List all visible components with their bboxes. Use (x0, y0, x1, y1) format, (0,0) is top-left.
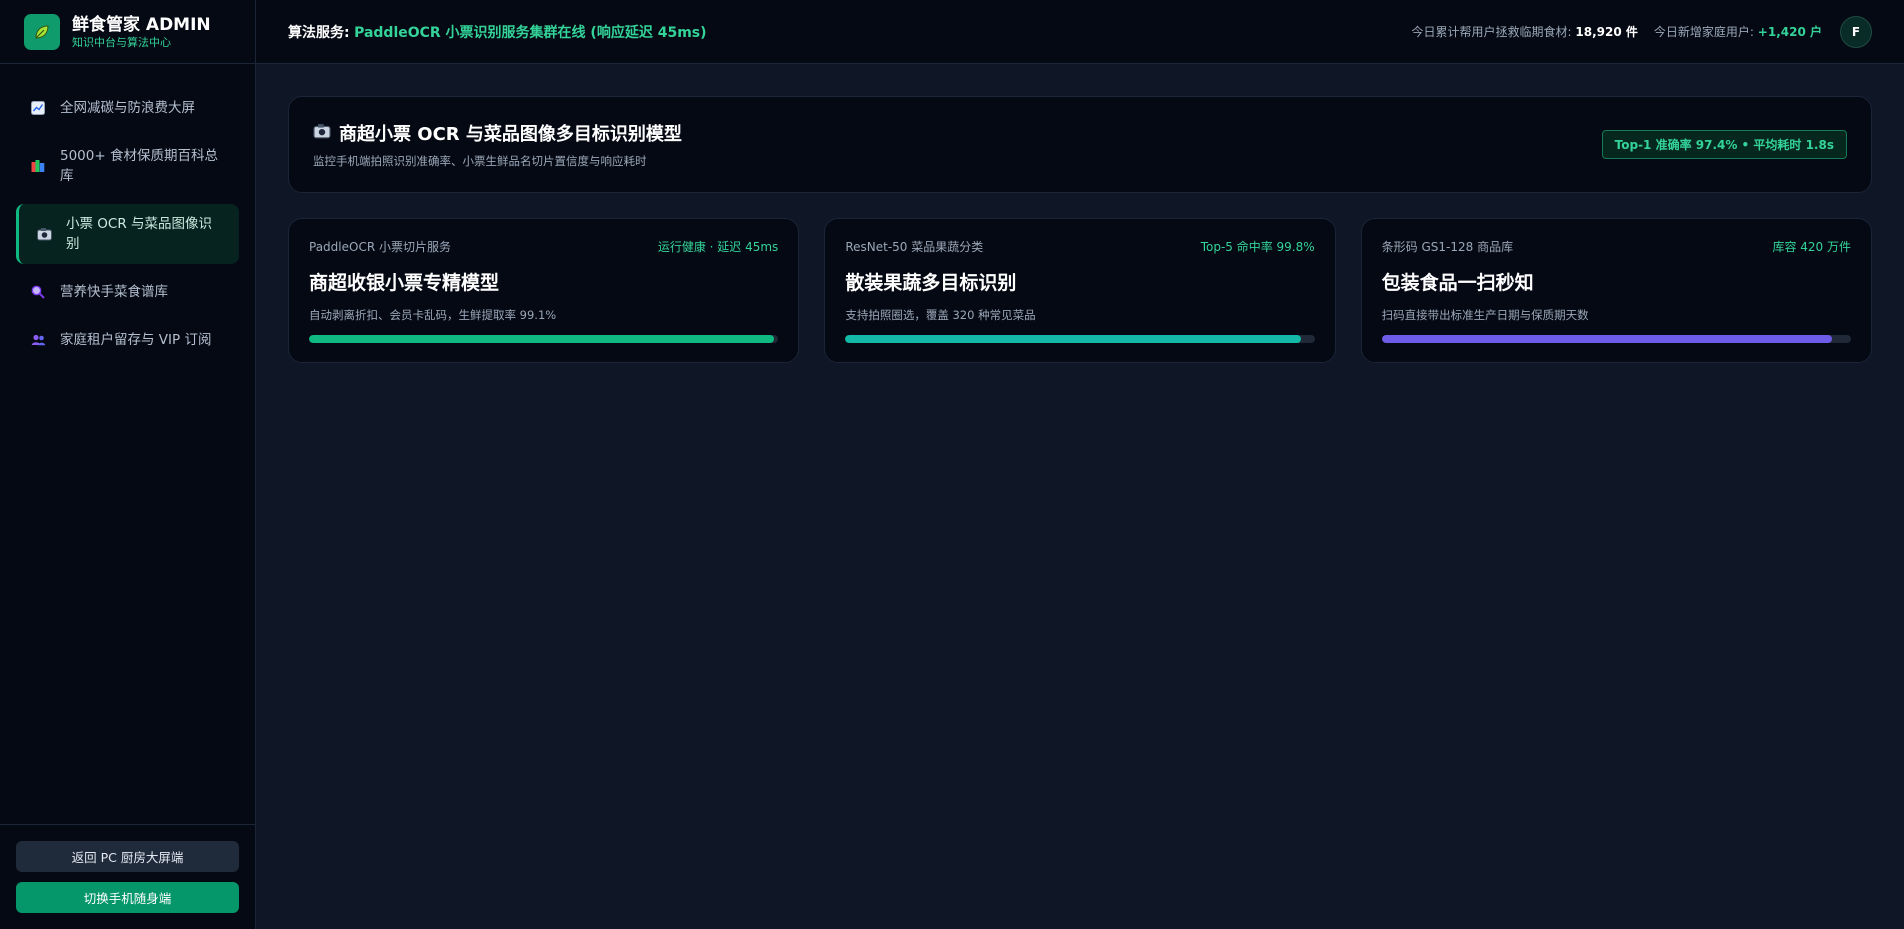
card-desc: 自动剥离折扣、会员卡乱码，生鲜提取率 99.1% (309, 308, 557, 322)
sidebar-item-label: 全网减碳与防浪费大屏 (60, 100, 195, 116)
service-label: 算法服务: (288, 24, 350, 41)
camera-icon (36, 226, 52, 242)
model-card-ocr[interactable]: PaddleOCR 小票切片服务 运行健康 · 延迟 45ms 商超收银小票专精… (288, 218, 800, 363)
brand: 鲜食管家 ADMIN 知识中台与算法中心 (0, 0, 255, 64)
app-root: 鲜食管家 ADMIN 知识中台与算法中心 全网减碳与防浪费大屏 5000+ 食材… (0, 0, 1904, 929)
card-status: Top-5 命中率 99.8% (1200, 240, 1315, 254)
progress-fill (309, 335, 774, 343)
sidebar-item-carbon-dashboard[interactable]: 全网减碳与防浪费大屏 (16, 88, 239, 128)
brand-subtitle: 知识中台与算法中心 (72, 35, 171, 49)
back-to-pc-button[interactable]: 返回 PC 厨房大屏端 (16, 841, 239, 872)
sidebar-item-label: 营养快手菜食谱库 (60, 284, 168, 300)
progress-track (309, 335, 779, 343)
sidebar-item-label: 5000+ 食材保质期百科总库 (60, 148, 218, 184)
stat-new-users: 今日新增家庭用户: +1,420 户 (1654, 23, 1822, 40)
card-status: 运行健康 · 延迟 45ms (657, 240, 779, 254)
books-icon (30, 158, 46, 174)
card-service: ResNet-50 菜品果蔬分类 (845, 240, 984, 254)
leaf-icon (24, 13, 60, 50)
card-title: 包装食品一扫秒知 (1381, 272, 1534, 294)
brand-title: 鲜食管家 ADMIN (72, 14, 211, 35)
sidebar-nav: 全网减碳与防浪费大屏 5000+ 食材保质期百科总库 小票 OCR 与菜品图像识… (0, 64, 255, 824)
card-title: 商超收银小票专精模型 (309, 272, 500, 294)
topbar: 算法服务: PaddleOCR 小票识别服务集群在线 (响应延迟 45ms) 今… (256, 0, 1904, 64)
stat-rescued: 今日累计帮用户拯救临期食材: 18,920 件 (1412, 23, 1638, 40)
sidebar-item-recipe-library[interactable]: 营养快手菜食谱库 (16, 272, 239, 312)
stat-rescued-label: 今日累计帮用户拯救临期食材: (1411, 25, 1572, 39)
progress-track (1381, 335, 1851, 343)
topbar-stats: 今日累计帮用户拯救临期食材: 18,920 件 今日新增家庭用户: +1,420… (1412, 15, 1872, 48)
camera-icon (313, 123, 331, 144)
content: 商超小票 OCR 与菜品图像多目标识别模型 监控手机端拍照识别准确率、小票生鲜品… (256, 64, 1904, 395)
sidebar-item-label: 小票 OCR 与菜品图像识别 (66, 216, 213, 252)
avatar[interactable]: F (1840, 15, 1872, 48)
stat-new-users-label: 今日新增家庭用户: (1653, 25, 1754, 39)
card-service: 条形码 GS1-128 商品库 (1381, 240, 1514, 254)
stat-new-users-value: +1,420 户 (1757, 25, 1822, 39)
service-value: PaddleOCR 小票识别服务集群在线 (响应延迟 45ms) (354, 24, 707, 41)
card-title: 散装果蔬多目标识别 (845, 272, 1017, 294)
sidebar-footer: 返回 PC 厨房大屏端 切换手机随身端 (0, 824, 255, 929)
progress-fill (1381, 335, 1833, 343)
service-status: 算法服务: PaddleOCR 小票识别服务集群在线 (响应延迟 45ms) (288, 22, 707, 42)
model-cards: PaddleOCR 小票切片服务 运行健康 · 延迟 45ms 商超收银小票专精… (288, 218, 1872, 363)
switch-mobile-button[interactable]: 切换手机随身端 (16, 882, 239, 913)
model-header-card: 商超小票 OCR 与菜品图像多目标识别模型 监控手机端拍照识别准确率、小票生鲜品… (288, 96, 1872, 193)
card-service: PaddleOCR 小票切片服务 (309, 240, 451, 254)
sidebar-item-ocr-recognition[interactable]: 小票 OCR 与菜品图像识别 (16, 204, 239, 264)
page-title: 商超小票 OCR 与菜品图像多目标识别模型 (313, 120, 682, 146)
progress-track (845, 335, 1315, 343)
sidebar-item-tenant-vip[interactable]: 家庭租户留存与 VIP 订阅 (16, 320, 239, 360)
progress-fill (845, 335, 1301, 343)
sidebar: 鲜食管家 ADMIN 知识中台与算法中心 全网减碳与防浪费大屏 5000+ 食材… (0, 0, 256, 929)
model-card-barcode[interactable]: 条形码 GS1-128 商品库 库容 420 万件 包装食品一扫秒知 扫码直接带… (1360, 218, 1872, 363)
card-desc: 支持拍照圈选，覆盖 320 种常见菜品 (845, 308, 1036, 322)
users-icon (30, 332, 46, 348)
chart-icon (30, 100, 46, 116)
page-subtitle: 监控手机端拍照识别准确率、小票生鲜品名切片置信度与响应耗时 (313, 154, 647, 168)
stat-rescued-value: 18,920 件 (1575, 25, 1638, 39)
card-status: 库容 420 万件 (1772, 240, 1851, 254)
model-card-resnet[interactable]: ResNet-50 菜品果蔬分类 Top-5 命中率 99.8% 散装果蔬多目标… (824, 218, 1336, 363)
main-area: 算法服务: PaddleOCR 小票识别服务集群在线 (响应延迟 45ms) 今… (256, 0, 1904, 929)
magnifier-icon (30, 284, 46, 300)
sidebar-item-shelf-life-library[interactable]: 5000+ 食材保质期百科总库 (16, 136, 239, 196)
sidebar-item-label: 家庭租户留存与 VIP 订阅 (60, 332, 212, 348)
page-title-text: 商超小票 OCR 与菜品图像多目标识别模型 (339, 124, 682, 145)
card-desc: 扫码直接带出标准生产日期与保质期天数 (1381, 308, 1589, 322)
accuracy-badge: Top-1 准确率 97.4% • 平均耗时 1.8s (1601, 130, 1847, 159)
